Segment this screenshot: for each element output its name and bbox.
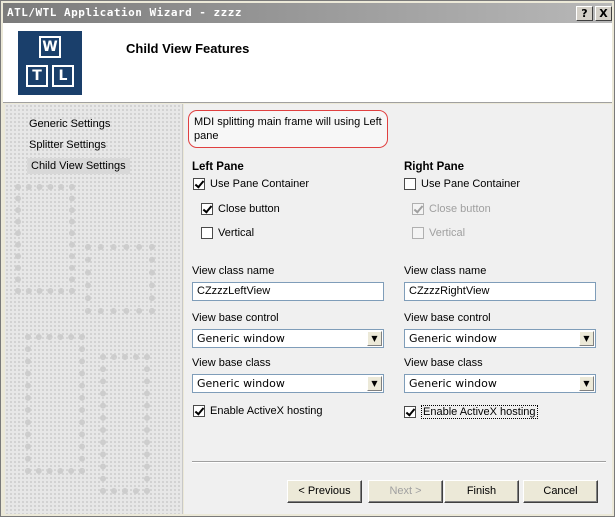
right-pane-heading: Right Pane	[404, 161, 465, 173]
nav-item-generic-settings[interactable]: Generic Settings	[25, 116, 114, 132]
left-view-base-class-label: View base class	[192, 357, 271, 369]
right-use-pane-container-checkbox[interactable]: Use Pane Container	[404, 178, 520, 190]
title-bar[interactable]: ATL/WTL Application Wizard - zzzz ? X	[3, 3, 612, 23]
checkbox-label: Vertical	[218, 227, 255, 239]
wtl-logo: W T L	[18, 31, 82, 95]
nav-item-splitter-settings[interactable]: Splitter Settings	[25, 137, 110, 153]
select-value: Generic window	[197, 332, 285, 345]
left-enable-activex-checkbox[interactable]: Enable ActiveX hosting	[193, 405, 323, 417]
checkbox-empty-icon	[412, 227, 424, 239]
nav-item-child-view-settings[interactable]: Child View Settings	[27, 158, 130, 174]
right-view-base-class-select[interactable]: Generic window ▼	[404, 374, 596, 393]
left-view-class-name-input[interactable]: CZzzzLeftView	[192, 282, 384, 301]
left-view-base-control-label: View base control	[192, 312, 279, 324]
checkbox-label: Enable ActiveX hosting	[421, 405, 538, 419]
checkbox-empty-icon	[404, 178, 416, 190]
left-view-class-name-label: View class name	[192, 265, 275, 277]
chevron-down-icon[interactable]: ▼	[367, 331, 382, 346]
next-button[interactable]: Next >	[368, 480, 443, 503]
left-view-base-control-select[interactable]: Generic window ▼	[192, 329, 384, 348]
left-use-pane-container-checkbox[interactable]: Use Pane Container	[193, 178, 309, 190]
left-vertical-checkbox[interactable]: Vertical	[201, 227, 254, 239]
decorative-shape	[100, 354, 150, 494]
left-pane-heading: Left Pane	[192, 161, 244, 173]
checkmark-icon	[201, 203, 213, 215]
chevron-down-icon[interactable]: ▼	[367, 376, 382, 391]
checkbox-label: Close button	[429, 203, 491, 215]
left-view-base-class-select[interactable]: Generic window ▼	[192, 374, 384, 393]
decorative-shape	[25, 334, 85, 474]
wizard-window: ATL/WTL Application Wizard - zzzz ? X W …	[0, 0, 615, 517]
checkbox-label: Use Pane Container	[210, 178, 310, 190]
help-button[interactable]: ?	[576, 6, 593, 21]
select-value: Generic window	[197, 377, 285, 390]
close-button[interactable]: X	[595, 6, 612, 21]
right-view-base-control-select[interactable]: Generic window ▼	[404, 329, 596, 348]
checkbox-label: Vertical	[429, 227, 466, 239]
checkmark-icon	[404, 406, 416, 418]
button-separator	[192, 461, 606, 463]
checkmark-icon	[193, 405, 205, 417]
chevron-down-icon[interactable]: ▼	[579, 331, 594, 346]
right-view-class-name-label: View class name	[404, 265, 487, 277]
right-vertical-checkbox: Vertical	[412, 227, 465, 239]
checkbox-label: Use Pane Container	[421, 178, 521, 190]
nav-panel: Generic Settings Splitter Settings Child…	[5, 104, 183, 514]
right-close-button-checkbox: Close button	[412, 203, 491, 215]
select-value: Generic window	[409, 332, 497, 345]
finish-button[interactable]: Finish	[444, 480, 519, 503]
logo-letter-w: W	[39, 36, 61, 58]
right-view-class-name-input[interactable]: CZzzzRightView	[404, 282, 596, 301]
checkbox-empty-icon	[201, 227, 213, 239]
decorative-shape	[85, 244, 155, 314]
checkbox-label: Close button	[218, 203, 280, 215]
logo-letter-l: L	[52, 65, 74, 87]
right-view-base-class-label: View base class	[404, 357, 483, 369]
select-value: Generic window	[409, 377, 497, 390]
content-area: MDI splitting main frame will using Left…	[184, 104, 612, 514]
info-message: MDI splitting main frame will using Left…	[188, 110, 388, 148]
decorative-shape	[15, 184, 75, 294]
right-enable-activex-checkbox[interactable]: Enable ActiveX hosting	[404, 405, 538, 419]
checkbox-label: Enable ActiveX hosting	[210, 405, 323, 417]
window-title: ATL/WTL Application Wizard - zzzz	[7, 6, 243, 19]
chevron-down-icon[interactable]: ▼	[579, 376, 594, 391]
page-title: Child View Features	[126, 41, 250, 56]
cancel-button[interactable]: Cancel	[523, 480, 598, 503]
checkmark-icon	[412, 203, 424, 215]
checkmark-icon	[193, 178, 205, 190]
previous-button[interactable]: < Previous	[287, 480, 362, 503]
wizard-header: W T L Child View Features	[3, 23, 612, 103]
logo-letter-t: T	[26, 65, 48, 87]
left-close-button-checkbox[interactable]: Close button	[201, 203, 280, 215]
right-view-base-control-label: View base control	[404, 312, 491, 324]
